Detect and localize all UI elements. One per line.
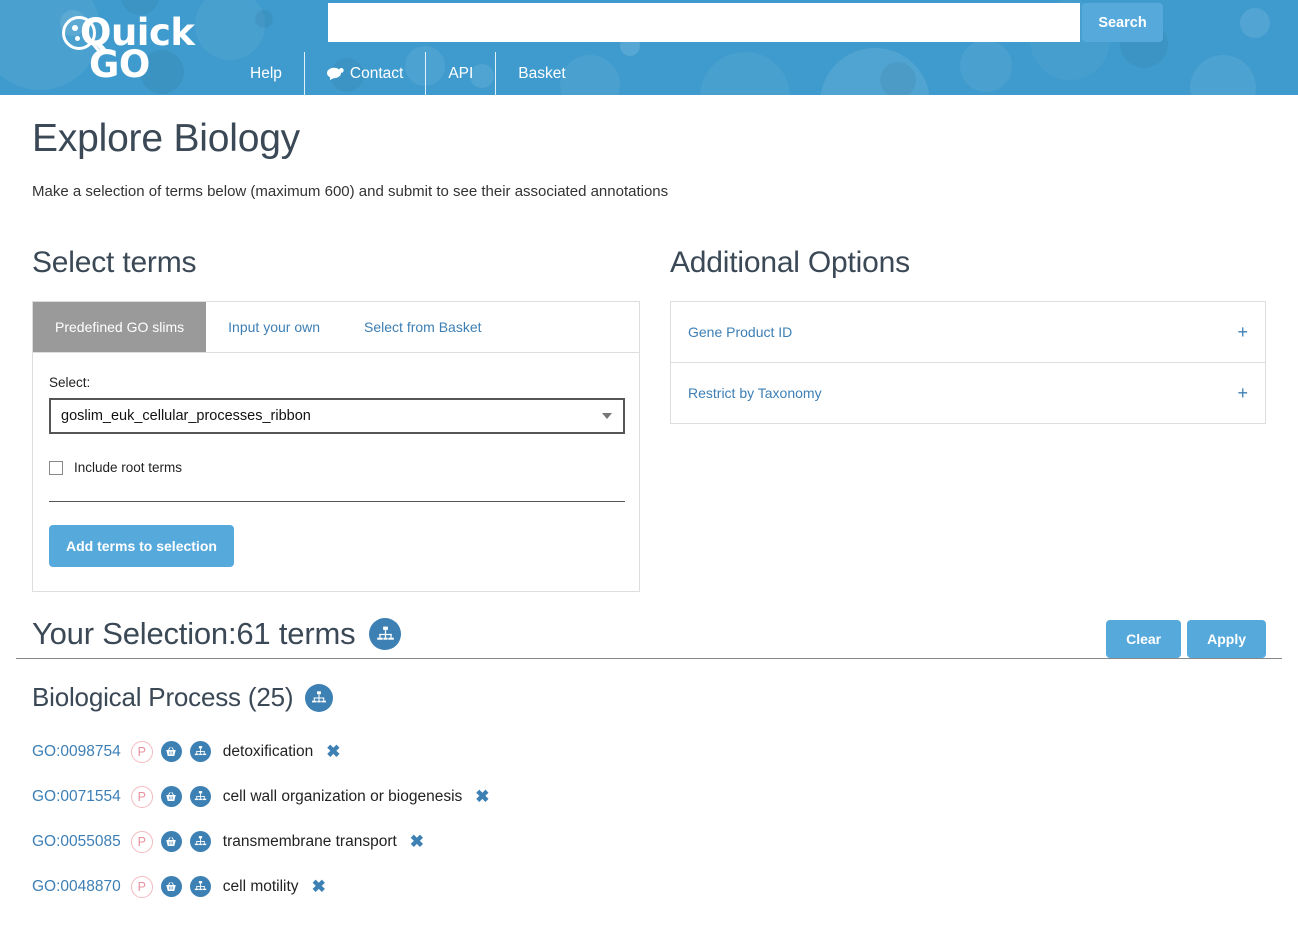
tab-label-input-own: Input your own [228,319,320,335]
nav-item-help[interactable]: Help [228,52,304,95]
logo-text-go: GO [89,46,150,83]
term-name: cell wall organization or biogenesis [223,788,463,806]
selection-actions: Clear Apply [1106,620,1266,658]
plus-icon: + [1237,384,1248,402]
aspect-badge-p[interactable]: P [131,831,153,853]
chart-hierarchy-icon[interactable] [190,741,211,762]
search-button[interactable]: Search [1082,3,1163,42]
additional-options-accordion: Gene Product ID + Restrict by Taxonomy + [670,301,1266,424]
aspect-badge-p[interactable]: P [131,741,153,763]
aspect-badge-p[interactable]: P [131,786,153,808]
term-name: detoxification [223,743,313,761]
include-root-terms-row: Include root terms [49,460,623,475]
page-subtitle: Make a selection of terms below (maximum… [32,161,1266,200]
chevron-down-icon [602,413,612,419]
site-header: Quick GO Search Help Contact [0,0,1298,95]
tab-predefined-go-slims[interactable]: Predefined GO slims [33,302,206,352]
term-id-link[interactable]: GO:0055085 [32,833,121,851]
basket-icon[interactable] [161,786,182,807]
nav-label-contact: Contact [350,65,403,83]
table-row: GO:0055085 P [32,819,1266,864]
your-selection-section: Your Selection:61 terms Clear Apply [0,592,1298,909]
include-root-terms-label: Include root terms [74,460,182,475]
nav-label-basket: Basket [518,65,565,83]
apply-button[interactable]: Apply [1187,620,1266,658]
additional-options-column: Additional Options Gene Product ID + Res… [670,246,1266,592]
select-terms-column: Select terms Predefined GO slims Input y… [32,246,640,592]
select-terms-heading: Select terms [32,246,640,280]
term-id-link[interactable]: GO:0048870 [32,878,121,896]
chart-hierarchy-icon[interactable] [305,684,333,712]
additional-options-heading: Additional Options [670,246,1266,280]
page-content: Explore Biology Make a selection of term… [0,95,1298,592]
tab-panel-body: Select: goslim_euk_cellular_processes_ri… [33,353,639,591]
remove-term-icon[interactable]: ✖ [312,878,326,895]
main-navigation: Help Contact API Basket [228,52,588,95]
selection-header: Your Selection:61 terms Clear Apply [32,616,1266,652]
chat-icon [327,67,344,80]
clear-button[interactable]: Clear [1106,620,1181,658]
nav-item-api[interactable]: API [425,52,495,95]
go-slim-select[interactable]: goslim_euk_cellular_processes_ribbon [49,398,625,434]
term-name: transmembrane transport [223,833,397,851]
chart-hierarchy-icon[interactable] [190,876,211,897]
search-bar: Search [328,3,1163,42]
chart-hierarchy-icon[interactable] [369,618,401,650]
basket-icon[interactable] [161,741,182,762]
tab-bar: Predefined GO slims Input your own Selec… [33,302,639,353]
aspect-label: Biological Process (25) [32,682,293,713]
remove-term-icon[interactable]: ✖ [410,833,424,850]
tab-label-from-basket: Select from Basket [364,319,482,335]
nav-item-contact[interactable]: Contact [304,52,425,95]
page-title: Explore Biology [32,95,1266,161]
accordion-item-gene-product-id[interactable]: Gene Product ID + [671,302,1265,363]
panel-divider [49,501,625,502]
chart-hierarchy-icon[interactable] [190,831,211,852]
term-id-link[interactable]: GO:0071554 [32,788,121,806]
select-terms-panel: Predefined GO slims Input your own Selec… [32,301,640,592]
aspect-badge-p[interactable]: P [131,876,153,898]
remove-term-icon[interactable]: ✖ [475,788,489,805]
quickgo-logo[interactable]: Quick GO [32,8,182,88]
basket-icon[interactable] [161,831,182,852]
table-row: GO:0071554 P [32,774,1266,819]
term-id-link[interactable]: GO:0098754 [32,743,121,761]
nav-label-api: API [448,65,473,83]
two-column-layout: Select terms Predefined GO slims Input y… [32,200,1266,592]
selection-title: Your Selection:61 terms [32,616,355,652]
basket-icon[interactable] [161,876,182,897]
tab-select-from-basket[interactable]: Select from Basket [342,302,504,352]
select-field-label: Select: [49,375,623,390]
accordion-item-restrict-by-taxonomy[interactable]: Restrict by Taxonomy + [671,363,1265,423]
term-list: GO:0098754 P [32,729,1266,909]
selection-title-group: Your Selection:61 terms [32,616,401,652]
include-root-terms-checkbox[interactable] [49,461,63,475]
search-input[interactable] [328,3,1080,42]
remove-term-icon[interactable]: ✖ [326,743,340,760]
chart-hierarchy-icon[interactable] [190,786,211,807]
tab-label-predefined: Predefined GO slims [55,319,184,335]
add-terms-to-selection-button[interactable]: Add terms to selection [49,525,234,567]
nav-item-basket[interactable]: Basket [495,52,587,95]
accordion-label-restrict-by-taxonomy: Restrict by Taxonomy [688,385,822,401]
term-name: cell motility [223,878,299,896]
plus-icon: + [1237,323,1248,341]
table-row: GO:0048870 P [32,864,1266,909]
nav-label-help: Help [250,65,282,83]
tab-input-your-own[interactable]: Input your own [206,302,342,352]
accordion-label-gene-product-id: Gene Product ID [688,324,792,340]
aspect-heading-biological-process: Biological Process (25) [32,682,1266,713]
table-row: GO:0098754 P [32,729,1266,774]
go-slim-select-value: goslim_euk_cellular_processes_ribbon [61,408,311,424]
